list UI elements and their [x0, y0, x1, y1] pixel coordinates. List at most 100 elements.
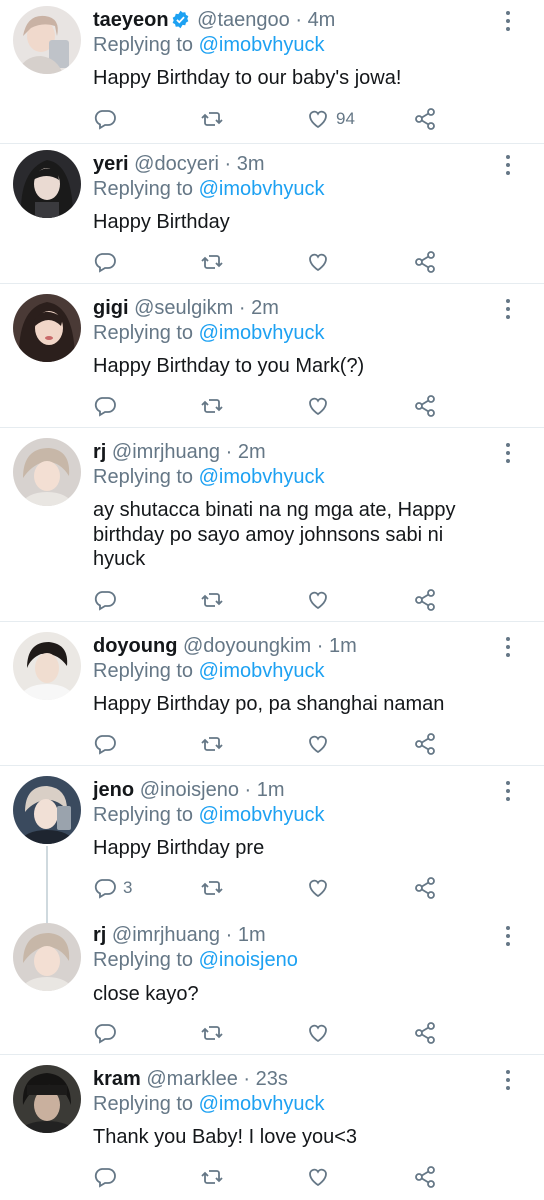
- mention-link[interactable]: @imobvhyuck: [199, 660, 325, 682]
- tweet[interactable]: taeyeon @taengoo · 4m Replying to @imobv…: [0, 0, 544, 143]
- reply-button[interactable]: [93, 1164, 123, 1190]
- share-icon: [413, 588, 437, 612]
- mention-link[interactable]: @inoisjeno: [199, 949, 298, 971]
- mention-link[interactable]: @imobvhyuck: [199, 322, 325, 344]
- like-button[interactable]: [306, 587, 336, 613]
- share-button[interactable]: [413, 875, 437, 901]
- retweet-button[interactable]: [200, 106, 224, 132]
- avatar[interactable]: [13, 438, 81, 506]
- timestamp[interactable]: 2m: [238, 441, 266, 463]
- mention-link[interactable]: @imobvhyuck: [199, 466, 325, 488]
- avatar[interactable]: [13, 1065, 81, 1133]
- reply-button[interactable]: [93, 731, 123, 757]
- more-vertical-icon[interactable]: [500, 925, 516, 947]
- like-button[interactable]: [306, 731, 336, 757]
- share-button[interactable]: [413, 587, 437, 613]
- like-button[interactable]: [306, 875, 336, 901]
- display-name[interactable]: yeri: [93, 153, 129, 175]
- more-vertical-icon[interactable]: [500, 442, 516, 464]
- retweet-button[interactable]: [200, 249, 224, 275]
- timestamp[interactable]: 2m: [251, 297, 279, 319]
- display-name[interactable]: gigi: [93, 297, 129, 319]
- tweet-actions: 3: [93, 875, 443, 901]
- reply-button[interactable]: 3: [93, 875, 132, 901]
- share-button[interactable]: [413, 1164, 437, 1190]
- share-button[interactable]: [413, 393, 437, 419]
- reply-button[interactable]: [93, 1020, 123, 1046]
- avatar[interactable]: [13, 632, 81, 700]
- timestamp[interactable]: 23s: [256, 1068, 288, 1090]
- mention-link[interactable]: @imobvhyuck: [199, 804, 325, 826]
- timestamp[interactable]: 1m: [257, 779, 285, 801]
- display-name[interactable]: doyoung: [93, 635, 177, 657]
- mention-link[interactable]: @imobvhyuck: [199, 1093, 325, 1115]
- display-name[interactable]: taeyeon: [93, 9, 169, 31]
- avatar[interactable]: [13, 294, 81, 362]
- display-name[interactable]: rj: [93, 924, 106, 946]
- timestamp[interactable]: 1m: [238, 924, 266, 946]
- tweet[interactable]: kram @marklee · 23s Replying to @imobvhy…: [0, 1055, 544, 1200]
- reply-count: 3: [123, 878, 133, 897]
- retweet-button[interactable]: [200, 875, 224, 901]
- tweet[interactable]: rj @imrjhuang · 1m Replying to @inoisjen…: [0, 909, 544, 1053]
- reply-button[interactable]: [93, 587, 123, 613]
- more-vertical-icon[interactable]: [500, 298, 516, 320]
- avatar[interactable]: [13, 6, 81, 74]
- avatar[interactable]: [13, 150, 81, 218]
- display-name[interactable]: rj: [93, 441, 106, 463]
- retweet-button[interactable]: [200, 587, 224, 613]
- tweet-actions: [93, 1164, 443, 1190]
- retweet-button[interactable]: [200, 1020, 224, 1046]
- display-name[interactable]: jeno: [93, 779, 134, 801]
- more-vertical-icon[interactable]: [500, 10, 516, 32]
- reply-button[interactable]: [93, 393, 123, 419]
- reply-button[interactable]: [93, 249, 123, 275]
- mention-link[interactable]: @imobvhyuck: [199, 34, 325, 56]
- handle[interactable]: @inoisjeno: [140, 779, 239, 801]
- more-vertical-icon[interactable]: [500, 1069, 516, 1091]
- share-button[interactable]: [413, 249, 437, 275]
- retweet-button[interactable]: [200, 1164, 224, 1190]
- replying-to-label: Replying to: [93, 660, 194, 682]
- handle[interactable]: @marklee: [146, 1068, 237, 1090]
- display-name[interactable]: kram: [93, 1068, 141, 1090]
- more-vertical-icon[interactable]: [500, 780, 516, 802]
- replying-to: Replying to @imobvhyuck: [93, 33, 325, 57]
- avatar[interactable]: [13, 776, 81, 844]
- avatar[interactable]: [13, 923, 81, 991]
- tweet[interactable]: jeno @inoisjeno · 1m Replying to @imobvh…: [0, 766, 544, 909]
- replying-to-label: Replying to: [93, 949, 194, 971]
- like-button[interactable]: [306, 249, 336, 275]
- like-button[interactable]: [306, 393, 336, 419]
- tweet[interactable]: rj @imrjhuang · 2m Replying to @imobvhyu…: [0, 428, 544, 621]
- reply-button[interactable]: [93, 106, 123, 132]
- retweet-button[interactable]: [200, 393, 224, 419]
- like-button[interactable]: [306, 1164, 336, 1190]
- like-button[interactable]: 94: [306, 106, 355, 132]
- tweet[interactable]: gigi @seulgikm · 2m Replying to @imobvhy…: [0, 284, 544, 427]
- tweet-actions: [93, 587, 443, 613]
- tweet-actions: [93, 731, 443, 757]
- like-button[interactable]: [306, 1020, 336, 1046]
- share-icon: [413, 1165, 437, 1189]
- more-vertical-icon[interactable]: [500, 636, 516, 658]
- more-vertical-icon[interactable]: [500, 154, 516, 176]
- handle[interactable]: @imrjhuang: [112, 924, 220, 946]
- timestamp[interactable]: 4m: [308, 9, 336, 31]
- tweet[interactable]: yeri @docyeri · 3m Replying to @imobvhyu…: [0, 144, 544, 283]
- timestamp[interactable]: 1m: [329, 635, 357, 657]
- handle[interactable]: @imrjhuang: [112, 441, 220, 463]
- reply-icon: [93, 876, 117, 900]
- reply-icon: [93, 732, 117, 756]
- share-button[interactable]: [413, 731, 437, 757]
- retweet-button[interactable]: [200, 731, 224, 757]
- mention-link[interactable]: @imobvhyuck: [199, 178, 325, 200]
- handle[interactable]: @doyoungkim: [183, 635, 311, 657]
- handle[interactable]: @seulgikm: [134, 297, 233, 319]
- timestamp[interactable]: 3m: [237, 153, 265, 175]
- handle[interactable]: @taengoo: [197, 9, 290, 31]
- tweet[interactable]: doyoung @doyoungkim · 1m Replying to @im…: [0, 622, 544, 765]
- share-button[interactable]: [413, 1020, 437, 1046]
- share-button[interactable]: [413, 106, 437, 132]
- handle[interactable]: @docyeri: [134, 153, 219, 175]
